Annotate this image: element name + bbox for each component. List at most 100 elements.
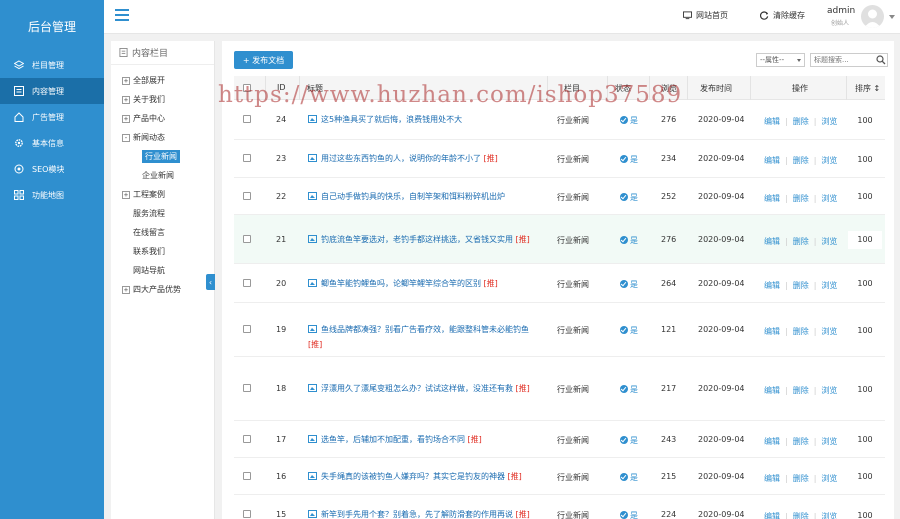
row-status[interactable]: 是 [620,472,638,483]
expand-icon[interactable]: + [122,190,130,199]
edit-link[interactable]: 编辑 [764,512,780,519]
row-status[interactable]: 是 [620,279,638,290]
chevron-down-icon[interactable] [889,15,895,19]
delete-link[interactable]: 删除 [793,474,809,483]
tree-item[interactable]: - 新闻动态 [111,128,214,147]
edit-link[interactable]: 编辑 [764,386,780,395]
delete-link[interactable]: 删除 [793,281,809,290]
row-sort-input[interactable]: 100 [848,506,882,519]
expand-icon[interactable]: + [122,114,130,123]
row-title-link[interactable]: 选鱼竿，后辅加不加配重，看钓场合不同 [321,435,465,444]
tree-item[interactable]: 行业新闻 [111,147,214,166]
row-checkbox[interactable] [243,510,251,518]
row-checkbox[interactable] [243,234,251,243]
row-sort-input[interactable]: 100 [848,430,882,449]
row-title-link[interactable]: 钓底流鱼竿要选对，老钓手都这样挑选，又省钱又实用 [321,235,513,244]
row-title-link[interactable]: 失手绳真的该被钓鱼人嫌弃吗？其实它是钓友的神器 [321,472,505,481]
row-title-link[interactable]: 新竿到手先用个套？别着急，先了解防滑套的作用再说 [321,510,513,519]
view-link[interactable]: 浏览 [821,386,837,395]
row-checkbox[interactable] [243,115,251,123]
delete-link[interactable]: 删除 [793,327,809,336]
sidebar-item-2[interactable]: 广告管理 [0,104,104,130]
row-checkbox[interactable] [243,191,251,200]
row-checkbox[interactable] [243,278,251,287]
delete-link[interactable]: 删除 [793,194,809,203]
view-link[interactable]: 浏览 [821,474,837,483]
clear-cache-link[interactable]: 清除缓存 [760,10,805,21]
row-sort-input[interactable]: 100 [848,467,882,486]
sidebar-item-3[interactable]: 基本信息 [0,130,104,156]
row-status[interactable]: 是 [620,510,638,519]
tree-item[interactable]: 网站导航 [111,261,214,280]
tree-item[interactable]: + 产品中心 [111,109,214,128]
row-title-link[interactable]: 这5种渔具买了就后悔，浪费钱用处不大 [321,115,462,124]
view-link[interactable]: 浏览 [821,194,837,203]
row-sort-input[interactable]: 100 [848,230,882,249]
tree-item[interactable]: + 四大产品优势 [111,280,214,299]
edit-link[interactable]: 编辑 [764,194,780,203]
row-checkbox[interactable] [243,471,251,480]
delete-link[interactable]: 删除 [793,156,809,165]
edit-link[interactable]: 编辑 [764,474,780,483]
delete-link[interactable]: 删除 [793,386,809,395]
sidebar-item-0[interactable]: 栏目管理 [0,52,104,78]
edit-link[interactable]: 编辑 [764,281,780,290]
collapse-panel-button[interactable]: ‹ [206,274,215,290]
delete-link[interactable]: 删除 [793,237,809,246]
row-status[interactable]: 是 [620,192,638,203]
delete-link[interactable]: 删除 [793,117,809,126]
publish-document-button[interactable]: + 发布文档 [234,51,293,69]
tree-item[interactable]: 企业新闻 [111,166,214,185]
tree-item[interactable]: + 全部展开 [111,71,214,90]
view-link[interactable]: 浏览 [821,437,837,446]
row-sort-input[interactable]: 100 [848,274,882,293]
row-status[interactable]: 是 [620,235,638,246]
row-checkbox[interactable] [243,325,251,333]
row-status[interactable]: 是 [620,115,638,126]
expand-icon[interactable]: + [122,285,130,294]
row-sort-input[interactable]: 100 [848,150,882,168]
view-link[interactable]: 浏览 [821,156,837,165]
search-icon[interactable] [876,55,886,65]
row-sort-input[interactable]: 100 [848,321,882,339]
row-checkbox[interactable] [243,154,251,162]
row-title-link[interactable]: 鲫鱼竿能钓鲤鱼吗，论鲫竿鲤竿综合竿的区别 [321,279,481,288]
edit-link[interactable]: 编辑 [764,117,780,126]
view-link[interactable]: 浏览 [821,512,837,519]
view-link[interactable]: 浏览 [821,117,837,126]
row-checkbox[interactable] [243,384,251,392]
tree-item[interactable]: 联系我们 [111,242,214,261]
sidebar-item-1[interactable]: 内容管理 [0,78,104,104]
collapse-icon[interactable]: - [122,133,130,142]
row-status[interactable]: 是 [620,435,638,446]
view-link[interactable]: 浏览 [821,237,837,246]
view-link[interactable]: 浏览 [821,281,837,290]
edit-link[interactable]: 编辑 [764,237,780,246]
avatar[interactable] [861,5,884,28]
row-status[interactable]: 是 [620,154,638,165]
tree-item[interactable]: 服务流程 [111,204,214,223]
row-sort-input[interactable]: 100 [848,187,882,206]
view-link[interactable]: 浏览 [821,327,837,336]
tree-item[interactable]: 在线留言 [111,223,214,242]
row-title-link[interactable]: 鱼线品牌都凑强？别看广告看疗效，能跟整科管未必能钓鱼 [321,325,529,334]
expand-icon[interactable]: + [122,76,130,85]
site-home-link[interactable]: 网站首页 [683,10,728,21]
edit-link[interactable]: 编辑 [764,156,780,165]
attribute-select[interactable]: --属性-- [756,53,805,67]
menu-toggle-icon[interactable] [115,9,129,21]
sidebar-item-5[interactable]: 功能地图 [0,182,104,208]
row-title-link[interactable]: 自己动手做钓具的快乐，自制竿架和饵料粉碎机出炉 [321,192,505,201]
header-sort[interactable]: 排序 ↕ [855,83,880,94]
expand-icon[interactable]: + [122,95,130,104]
delete-link[interactable]: 删除 [793,512,809,519]
row-status[interactable]: 是 [620,384,638,395]
edit-link[interactable]: 编辑 [764,437,780,446]
sidebar-item-4[interactable]: SEO模块 [0,156,104,182]
row-checkbox[interactable] [243,434,251,443]
row-sort-input[interactable]: 100 [848,111,882,129]
row-title-link[interactable]: 用过这些东西钓鱼的人，说明你的年龄不小了 [321,154,481,163]
row-title-link[interactable]: 浮漂用久了漂尾变粗怎么办？试试这样做，没准还有救 [321,384,513,393]
tree-item[interactable]: + 关于我们 [111,90,214,109]
tree-item[interactable]: + 工程案例 [111,185,214,204]
